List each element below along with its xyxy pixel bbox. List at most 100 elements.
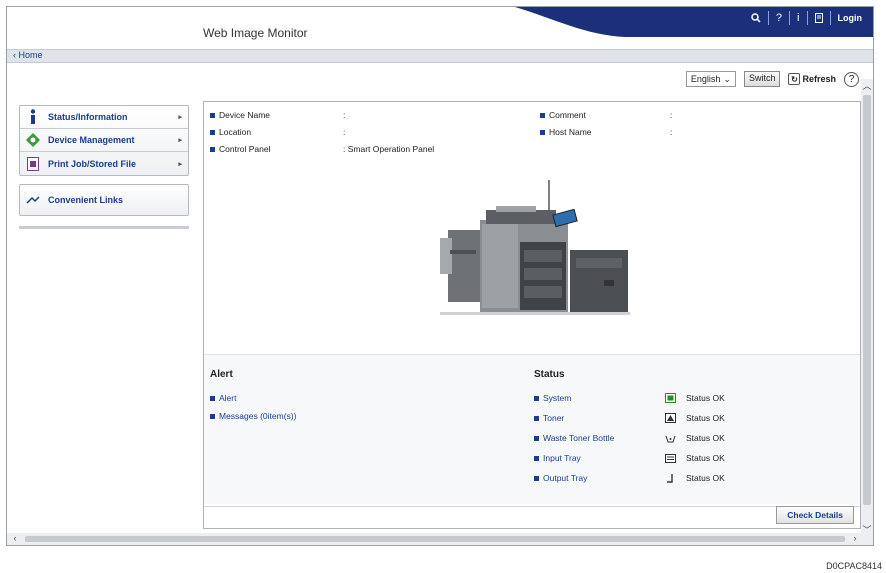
horizontal-scroll-thumb[interactable] [25, 536, 845, 542]
comment-row: Comment [540, 110, 586, 120]
sidebar-item-label: Print Job/Stored File [48, 158, 137, 169]
scroll-left-icon[interactable]: ‹ [9, 533, 21, 545]
info-icon[interactable]: i [789, 11, 806, 25]
status-label: Output Tray [543, 473, 588, 483]
status-toner-link[interactable]: Toner [534, 413, 564, 423]
bullet-icon [210, 113, 215, 119]
scroll-up-icon[interactable]: ︿ [861, 79, 873, 91]
status-value: Status OK [686, 393, 725, 403]
main-panel: Device Name : Location : Control Panel :… [203, 101, 861, 529]
device-name-row: Device Name [210, 110, 270, 120]
info-icon [26, 109, 40, 124]
vertical-scrollbar[interactable]: ︿ ﹀ [861, 79, 873, 535]
refresh-icon: ↻ [788, 73, 801, 85]
chevron-down-icon: ⌄ [723, 73, 731, 84]
home-link[interactable]: ‹ Home [13, 50, 43, 60]
status-system-link[interactable]: System [534, 393, 571, 403]
device-name-value: : [343, 110, 346, 120]
status-output-tray-link[interactable]: Output Tray [534, 473, 587, 483]
sidebar-divider [19, 226, 189, 229]
sidebar-menu: Status/Information ▸ Device Management ▸… [19, 105, 189, 176]
messages-link[interactable]: Messages (0item(s)) [210, 411, 296, 421]
horizontal-scrollbar[interactable]: ‹ › [7, 533, 873, 545]
bullet-icon [534, 396, 539, 402]
sidebar-item-convenient-links[interactable]: Convenient Links [20, 185, 188, 215]
control-panel-value: : Smart Operation Panel [343, 144, 435, 154]
sidebar-item-print-job[interactable]: Print Job/Stored File ▸ [20, 152, 188, 175]
alert-title: Alert [210, 369, 233, 380]
control-panel-row: Control Panel [210, 144, 271, 154]
refresh-button[interactable]: ↻ Refresh [788, 73, 836, 85]
sidebar-item-device-management[interactable]: Device Management ▸ [20, 129, 188, 152]
output-tray-icon [665, 473, 676, 483]
panel-divider [204, 506, 860, 507]
bullet-icon [210, 147, 215, 153]
figure-caption: D0CPAC8414 [826, 561, 882, 571]
top-icons: ? i Login [744, 11, 869, 25]
input-tray-icon [665, 453, 676, 463]
link-icon [26, 193, 40, 207]
host-name-label: Host Name [549, 127, 592, 137]
browser-frame: Web Image Monitor ? i Login ‹ Home Engli… [6, 6, 874, 546]
status-input-tray-link[interactable]: Input Tray [534, 453, 581, 463]
bullet-icon [534, 416, 539, 422]
alert-link[interactable]: Alert [210, 393, 236, 403]
system-ok-icon [665, 393, 676, 403]
switch-button[interactable]: Switch [743, 71, 781, 87]
login-link[interactable]: Login [829, 11, 870, 25]
check-details-button[interactable]: Check Details [776, 506, 854, 524]
status-label: Input Tray [543, 453, 581, 463]
status-value: Status OK [686, 453, 725, 463]
help-circle-icon[interactable]: ? [844, 71, 859, 87]
bullet-icon [540, 113, 545, 119]
breadcrumb: ‹ Home [7, 49, 873, 63]
toolbar: English ⌄ Switch ↻ Refresh ? [685, 71, 859, 87]
bullet-icon [210, 414, 215, 420]
alert-link-label: Alert [219, 393, 237, 403]
language-value: English [690, 74, 721, 84]
sidebar-item-label: Convenient Links [48, 195, 124, 205]
refresh-label: Refresh [802, 74, 836, 84]
location-value: : [343, 127, 346, 137]
sidebar-item-label: Device Management [48, 135, 135, 145]
status-waste-toner-link[interactable]: Waste Toner Bottle [534, 433, 614, 443]
chevron-right-icon: ▸ [178, 114, 182, 121]
top-bar: Web Image Monitor ? i Login [7, 7, 873, 49]
vertical-scroll-thumb[interactable] [863, 95, 871, 505]
device-icon [26, 133, 40, 147]
scroll-right-icon[interactable]: › [849, 533, 861, 545]
bullet-icon [534, 476, 539, 482]
sidebar-item-label: Status/Information [48, 112, 128, 122]
status-title: Status [534, 369, 565, 380]
home-label: Home [18, 50, 43, 60]
comment-value: : [670, 110, 673, 120]
status-label: Waste Toner Bottle [543, 433, 615, 443]
device-name-label: Device Name [219, 110, 271, 120]
convenient-links-panel: Convenient Links [19, 184, 189, 216]
language-select[interactable]: English ⌄ [685, 71, 736, 87]
chevron-right-icon: ▸ [178, 137, 182, 144]
status-value: Status OK [686, 413, 725, 423]
bullet-icon [534, 436, 539, 442]
control-panel-label: Control Panel [219, 144, 271, 154]
alert-status-section: Alert Alert Messages (0item(s)) Status S… [204, 354, 860, 504]
waste-toner-icon [665, 433, 676, 443]
address-book-icon[interactable] [806, 11, 830, 25]
host-name-row: Host Name [540, 127, 592, 137]
status-label: Toner [543, 413, 565, 423]
printer-image [440, 180, 630, 315]
status-label: System [543, 393, 572, 403]
document-icon [26, 156, 40, 171]
chevron-right-icon: ▸ [178, 160, 182, 168]
sidebar: Status/Information ▸ Device Management ▸… [19, 105, 189, 229]
app-title: Web Image Monitor [203, 26, 308, 40]
host-name-value: : [670, 127, 673, 137]
help-icon[interactable]: ? [767, 11, 789, 25]
search-icon[interactable] [744, 11, 768, 25]
sidebar-item-status-information[interactable]: Status/Information ▸ [20, 106, 188, 129]
comment-label: Comment [549, 110, 586, 120]
bullet-icon [210, 130, 215, 136]
status-value: Status OK [686, 433, 725, 443]
bullet-icon [210, 396, 215, 402]
location-label: Location [219, 127, 252, 137]
